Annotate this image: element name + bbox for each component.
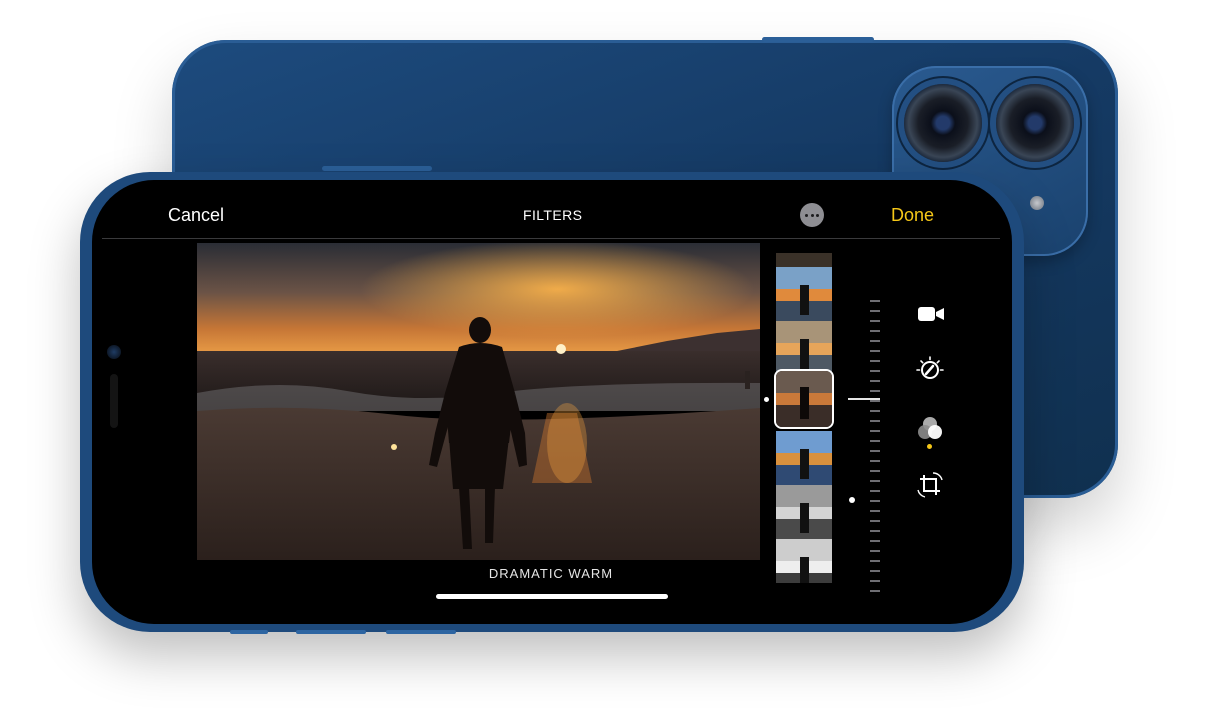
ultrawide-lens <box>996 84 1074 162</box>
phone-back-side-button <box>322 166 432 171</box>
filter-thumb[interactable] <box>776 253 832 267</box>
header-divider <box>102 238 1000 239</box>
volume-button <box>230 630 268 634</box>
filters-icon[interactable] <box>915 414 945 444</box>
filter-thumb[interactable] <box>776 431 832 485</box>
editor-title: FILTERS <box>523 207 583 223</box>
phone-back-top-button <box>762 37 874 42</box>
wide-lens <box>904 84 982 162</box>
crop-rotate-icon[interactable] <box>915 470 945 500</box>
front-camera <box>107 345 121 359</box>
volume-up-button <box>296 630 366 634</box>
more-options-icon[interactable] <box>800 203 824 227</box>
filter-thumb[interactable] <box>776 267 832 321</box>
done-button[interactable]: Done <box>891 205 934 226</box>
volume-down-button <box>386 630 456 634</box>
strip-position-dot <box>764 397 769 402</box>
earpiece-speaker <box>110 374 118 428</box>
selected-filter-name: DRAMATIC WARM <box>488 566 614 581</box>
photo-preview <box>197 243 760 560</box>
slider-default-dot <box>849 497 855 503</box>
flash <box>1030 196 1044 210</box>
adjust-dial-icon[interactable] <box>915 355 945 385</box>
video-camera-icon[interactable] <box>916 299 946 329</box>
cancel-button[interactable]: Cancel <box>168 205 224 226</box>
filter-thumb[interactable] <box>776 321 832 375</box>
slider-indicator <box>848 398 880 400</box>
filter-thumb[interactable] <box>776 539 832 583</box>
intensity-slider[interactable] <box>870 300 882 596</box>
filter-thumb[interactable] <box>776 485 832 539</box>
selected-filter-thumb[interactable] <box>774 369 834 429</box>
active-tool-indicator <box>927 444 932 449</box>
home-indicator[interactable] <box>436 594 668 599</box>
